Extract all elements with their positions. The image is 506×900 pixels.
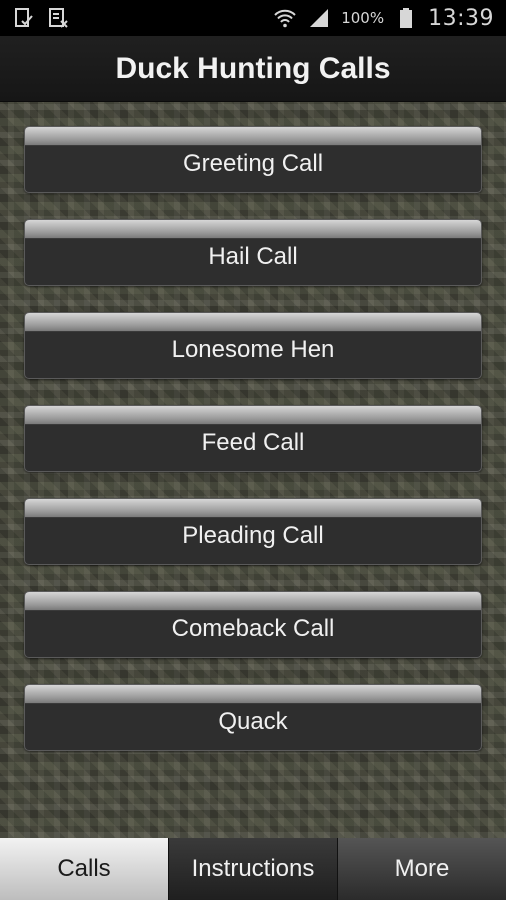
comeback-call-button[interactable]: Comeback Call	[24, 591, 482, 658]
call-label: Comeback Call	[171, 614, 335, 642]
lonesome-hen-button[interactable]: Lonesome Hen	[24, 312, 482, 379]
download-done-icon	[12, 6, 36, 30]
camo-content-area: Greeting Call Hail Call Lonesome Hen Fee…	[0, 102, 506, 838]
tab-instructions[interactable]: Instructions	[168, 838, 337, 900]
clock: 13:39	[428, 5, 494, 31]
status-right: 100% 13:39	[273, 6, 494, 31]
title-bar: Duck Hunting Calls	[0, 36, 506, 102]
quack-button[interactable]: Quack	[24, 684, 482, 751]
signal-icon	[307, 6, 331, 30]
call-label: Lonesome Hen	[171, 335, 335, 363]
greeting-call-button[interactable]: Greeting Call	[24, 126, 482, 193]
status-bar: 100% 13:39	[0, 0, 506, 36]
page-title: Duck Hunting Calls	[115, 51, 391, 85]
pleading-call-button[interactable]: Pleading Call	[24, 498, 482, 565]
hail-call-button[interactable]: Hail Call	[24, 219, 482, 286]
battery-percent: 100%	[341, 9, 385, 27]
tab-more[interactable]: More	[337, 838, 506, 900]
feed-call-button[interactable]: Feed Call	[24, 405, 482, 472]
tab-calls[interactable]: Calls	[0, 838, 168, 900]
call-label: Quack	[218, 707, 288, 735]
status-left	[12, 6, 70, 30]
call-label: Greeting Call	[182, 149, 324, 177]
call-label: Feed Call	[201, 428, 305, 456]
wifi-icon	[273, 6, 297, 30]
contacts-icon	[46, 6, 70, 30]
bottom-tab-bar: Calls Instructions More	[0, 838, 506, 900]
call-list: Greeting Call Hail Call Lonesome Hen Fee…	[24, 126, 482, 777]
call-label: Pleading Call	[182, 521, 324, 549]
call-label: Hail Call	[208, 242, 298, 270]
battery-icon	[394, 6, 418, 30]
